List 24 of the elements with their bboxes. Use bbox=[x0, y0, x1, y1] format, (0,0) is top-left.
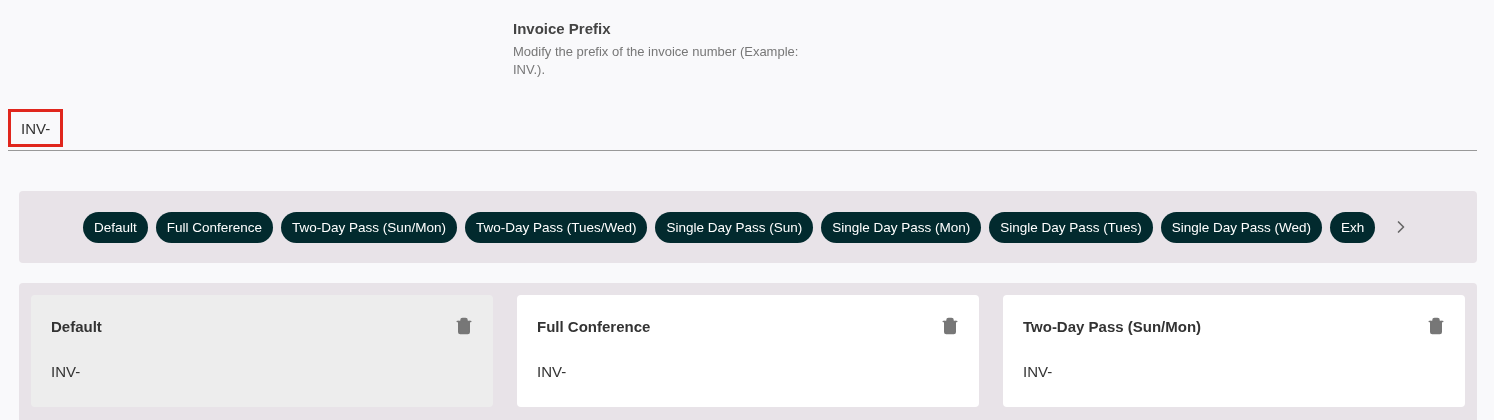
card-value: INV- bbox=[537, 363, 568, 380]
ticket-chip[interactable]: Single Day Pass (Wed) bbox=[1160, 211, 1322, 243]
prefix-card[interactable]: Two-Day Pass (Sun/Mon) INV- bbox=[1003, 295, 1465, 407]
prefix-card[interactable]: Default INV- bbox=[31, 295, 493, 407]
ticket-chip[interactable]: Exh bbox=[1329, 211, 1376, 243]
ticket-chip[interactable]: Single Day Pass (Sun) bbox=[655, 211, 814, 243]
delete-icon[interactable] bbox=[1427, 317, 1445, 335]
ticket-chip[interactable]: Default bbox=[83, 211, 148, 243]
delete-icon[interactable] bbox=[941, 317, 959, 335]
ticket-chip[interactable]: Single Day Pass (Mon) bbox=[821, 211, 982, 243]
ticket-chip[interactable]: Full Conference bbox=[155, 211, 274, 243]
card-title: Full Conference bbox=[537, 317, 651, 335]
ticket-chip[interactable]: Two-Day Pass (Sun/Mon) bbox=[281, 211, 457, 243]
prefix-card[interactable]: Full Conference INV- bbox=[517, 295, 979, 407]
delete-icon[interactable] bbox=[455, 317, 473, 335]
ticket-chip[interactable]: Single Day Pass (Tues) bbox=[989, 211, 1153, 243]
card-value: INV- bbox=[51, 363, 82, 380]
card-value: INV- bbox=[1023, 363, 1054, 380]
ticket-chip[interactable]: Two-Day Pass (Tues/Wed) bbox=[464, 211, 648, 243]
prefix-field[interactable]: INV- bbox=[8, 109, 64, 147]
setting-title: Invoice Prefix bbox=[513, 20, 612, 37]
card-title: Two-Day Pass (Sun/Mon) bbox=[1023, 317, 1202, 335]
card-title: Default bbox=[51, 317, 102, 335]
setting-description: Modify the prefix of the invoice number (Example: INV.). bbox=[513, 43, 800, 79]
